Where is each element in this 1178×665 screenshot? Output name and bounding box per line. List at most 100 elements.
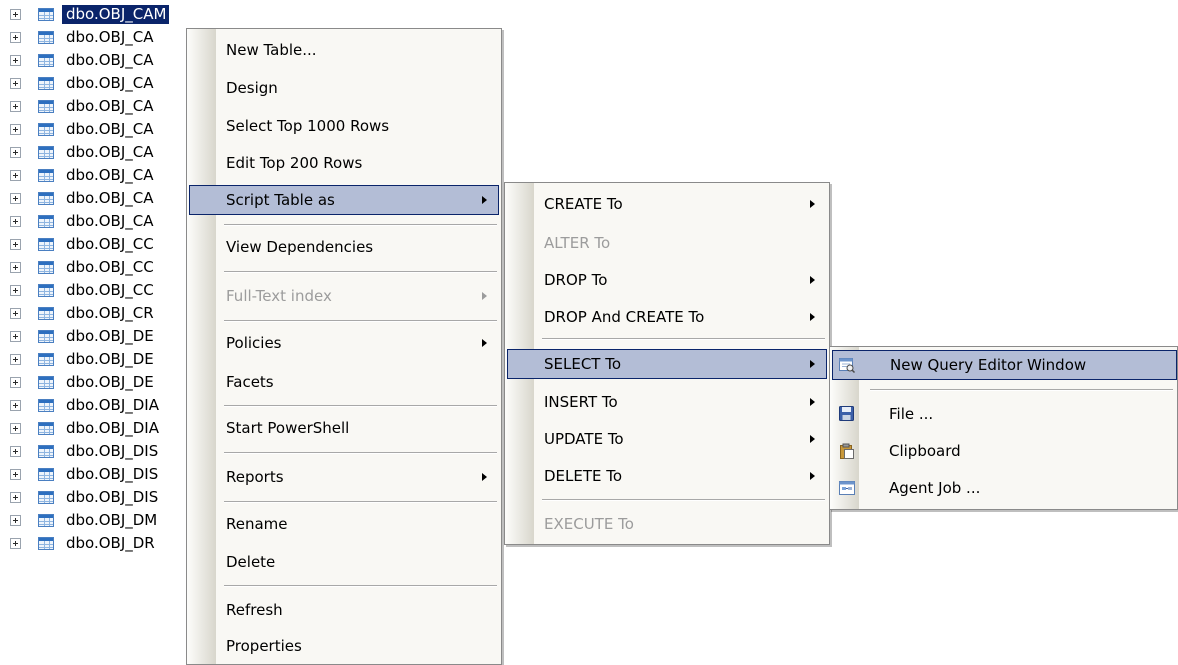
menu-item-clipboard[interactable]: Clipboard xyxy=(832,436,1175,466)
tree-node-label[interactable]: dbo.OBJ_CA xyxy=(62,166,156,185)
tree-node[interactable]: dbo.OBJ_CC xyxy=(0,257,200,279)
menu-item-reports[interactable]: Reports xyxy=(189,462,499,492)
expand-icon[interactable] xyxy=(10,354,21,365)
tree-node[interactable]: dbo.OBJ_DE xyxy=(0,326,200,348)
tree-node-label[interactable]: dbo.OBJ_DIS xyxy=(62,465,161,484)
menu-item-facets[interactable]: Facets xyxy=(189,367,499,397)
table-icon xyxy=(38,192,54,205)
expand-icon[interactable] xyxy=(10,32,21,43)
expand-icon[interactable] xyxy=(10,331,21,342)
expand-icon[interactable] xyxy=(10,538,21,549)
tree-node-label[interactable]: dbo.OBJ_CAM xyxy=(62,5,170,24)
expand-icon[interactable] xyxy=(10,400,21,411)
tree-node-label[interactable]: dbo.OBJ_CA xyxy=(62,212,156,231)
menu-item-refresh[interactable]: Refresh xyxy=(189,595,499,625)
tree-node[interactable]: dbo.OBJ_DIS xyxy=(0,487,200,509)
expand-icon[interactable] xyxy=(10,9,21,20)
tree-node-label[interactable]: dbo.OBJ_DE xyxy=(62,350,157,369)
expand-icon[interactable] xyxy=(10,492,21,503)
tree-node[interactable]: dbo.OBJ_CA xyxy=(0,142,200,164)
tree-node[interactable]: dbo.OBJ_CAM xyxy=(0,4,200,26)
tree-node[interactable]: dbo.OBJ_DE xyxy=(0,372,200,394)
expand-icon[interactable] xyxy=(10,193,21,204)
menu-item-drop-and-create-to[interactable]: DROP And CREATE To xyxy=(507,302,827,332)
expand-icon[interactable] xyxy=(10,446,21,457)
tree-node[interactable]: dbo.OBJ_DM xyxy=(0,510,200,532)
menu-item-delete-to[interactable]: DELETE To xyxy=(507,461,827,491)
tree-node[interactable]: dbo.OBJ_CC xyxy=(0,280,200,302)
tree-node[interactable]: dbo.OBJ_CA xyxy=(0,188,200,210)
tree-node-label[interactable]: dbo.OBJ_DE xyxy=(62,373,157,392)
tree-node[interactable]: dbo.OBJ_CA xyxy=(0,165,200,187)
expand-icon[interactable] xyxy=(10,423,21,434)
tree-node-label[interactable]: dbo.OBJ_CA xyxy=(62,189,156,208)
menu-item-file[interactable]: File ... xyxy=(832,399,1175,429)
tree-node-label[interactable]: dbo.OBJ_DIS xyxy=(62,488,161,507)
expand-icon[interactable] xyxy=(10,377,21,388)
expand-icon[interactable] xyxy=(10,469,21,480)
menu-item-delete[interactable]: Delete xyxy=(189,547,499,577)
menu-item-edit-top-rows[interactable]: Edit Top 200 Rows xyxy=(189,148,499,178)
menu-item-select-to[interactable]: SELECT To xyxy=(507,349,827,379)
menu-item-policies[interactable]: Policies xyxy=(189,328,499,358)
tree-node[interactable]: dbo.OBJ_DIS xyxy=(0,464,200,486)
tree-node[interactable]: dbo.OBJ_CA xyxy=(0,119,200,141)
expand-icon[interactable] xyxy=(10,308,21,319)
expand-icon[interactable] xyxy=(10,239,21,250)
menu-item-agent-job[interactable]: Agent Job ... xyxy=(832,473,1175,503)
tree-node[interactable]: dbo.OBJ_CC xyxy=(0,234,200,256)
tree-node[interactable]: dbo.OBJ_DE xyxy=(0,349,200,371)
menu-item-start-powershell[interactable]: Start PowerShell xyxy=(189,413,499,443)
tree-node-label[interactable]: dbo.OBJ_CA xyxy=(62,74,156,93)
tree-node-label[interactable]: dbo.OBJ_DIA xyxy=(62,396,162,415)
tree-node[interactable]: dbo.OBJ_CA xyxy=(0,73,200,95)
tree-node-label[interactable]: dbo.OBJ_CA xyxy=(62,97,156,116)
tree-node[interactable]: dbo.OBJ_CA xyxy=(0,50,200,72)
menu-item-create-to[interactable]: CREATE To xyxy=(507,189,827,219)
tree-node-label[interactable]: dbo.OBJ_DIA xyxy=(62,419,162,438)
tree-node-label[interactable]: dbo.OBJ_CA xyxy=(62,120,156,139)
menu-item-script-table-as[interactable]: Script Table as xyxy=(189,185,499,215)
menu-item-insert-to[interactable]: INSERT To xyxy=(507,387,827,417)
tree-node-label[interactable]: dbo.OBJ_DR xyxy=(62,534,158,553)
expand-icon[interactable] xyxy=(10,55,21,66)
tree-node[interactable]: dbo.OBJ_DR xyxy=(0,533,200,555)
menu-item-view-dependencies[interactable]: View Dependencies xyxy=(189,232,499,262)
table-icon xyxy=(38,215,54,228)
expand-icon[interactable] xyxy=(10,124,21,135)
tree-node-label[interactable]: dbo.OBJ_DE xyxy=(62,327,157,346)
menu-item-design[interactable]: Design xyxy=(189,73,499,103)
tree-node-label[interactable]: dbo.OBJ_CC xyxy=(62,258,157,277)
tree-node-label[interactable]: dbo.OBJ_DIS xyxy=(62,442,161,461)
tree-node-label[interactable]: dbo.OBJ_CC xyxy=(62,281,157,300)
expand-icon[interactable] xyxy=(10,262,21,273)
tree-node[interactable]: dbo.OBJ_CR xyxy=(0,303,200,325)
tree-node-label[interactable]: dbo.OBJ_CR xyxy=(62,304,157,323)
menu-item-new-query-editor-window[interactable]: New Query Editor Window xyxy=(832,350,1177,380)
tree-node[interactable]: dbo.OBJ_CA xyxy=(0,211,200,233)
tree-node-label[interactable]: dbo.OBJ_CC xyxy=(62,235,157,254)
expand-icon[interactable] xyxy=(10,147,21,158)
tree-node[interactable]: dbo.OBJ_CA xyxy=(0,96,200,118)
tree-node-label[interactable]: dbo.OBJ_CA xyxy=(62,28,156,47)
expand-icon[interactable] xyxy=(10,170,21,181)
menu-item-rename[interactable]: Rename xyxy=(189,509,499,539)
menu-item-label: ALTER To xyxy=(544,234,611,252)
tree-node[interactable]: dbo.OBJ_DIA xyxy=(0,395,200,417)
expand-icon[interactable] xyxy=(10,515,21,526)
menu-item-update-to[interactable]: UPDATE To xyxy=(507,424,827,454)
menu-item-drop-to[interactable]: DROP To xyxy=(507,265,827,295)
expand-icon[interactable] xyxy=(10,101,21,112)
expand-icon[interactable] xyxy=(10,216,21,227)
tree-node[interactable]: dbo.OBJ_CA xyxy=(0,27,200,49)
tree-node-label[interactable]: dbo.OBJ_CA xyxy=(62,51,156,70)
tree-node-label[interactable]: dbo.OBJ_CA xyxy=(62,143,156,162)
expand-icon[interactable] xyxy=(10,78,21,89)
menu-item-properties[interactable]: Properties xyxy=(189,631,499,661)
menu-item-new-table[interactable]: New Table... xyxy=(189,35,499,65)
tree-node[interactable]: dbo.OBJ_DIS xyxy=(0,441,200,463)
expand-icon[interactable] xyxy=(10,285,21,296)
menu-item-select-top-rows[interactable]: Select Top 1000 Rows xyxy=(189,111,499,141)
tree-node[interactable]: dbo.OBJ_DIA xyxy=(0,418,200,440)
tree-node-label[interactable]: dbo.OBJ_DM xyxy=(62,511,160,530)
